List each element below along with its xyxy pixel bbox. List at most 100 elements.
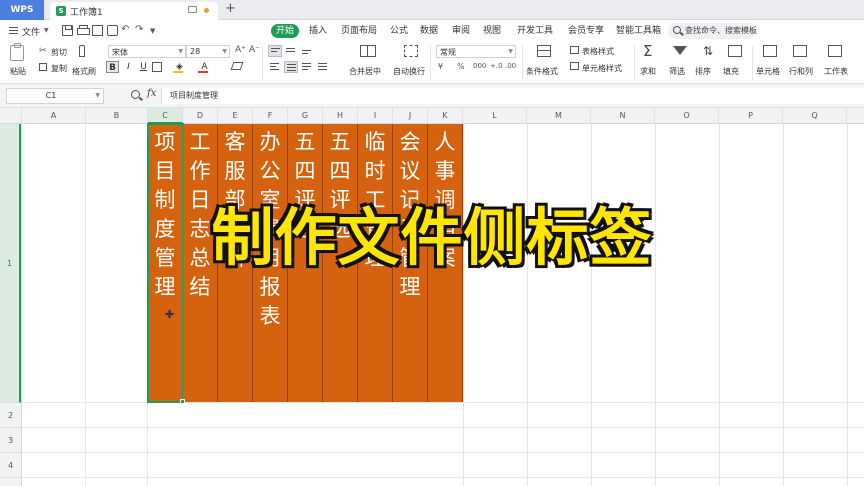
- copy-icon[interactable]: [39, 63, 47, 71]
- column-header-f[interactable]: F: [253, 108, 288, 124]
- tab-developer[interactable]: 开发工具: [517, 24, 553, 38]
- column-header-c[interactable]: C: [148, 108, 183, 124]
- cut-button[interactable]: 剪切: [51, 47, 67, 58]
- function-icon[interactable]: fx: [147, 88, 156, 99]
- command-search-input[interactable]: 查找命令、搜索模板: [668, 23, 757, 39]
- border-icon[interactable]: [152, 62, 162, 72]
- zoom-icon[interactable]: [131, 90, 140, 99]
- tab-member[interactable]: 会员专享: [568, 24, 604, 38]
- cell-style-button[interactable]: 单元格样式: [582, 63, 622, 74]
- align-center-icon[interactable]: [284, 61, 298, 73]
- row-header-3[interactable]: 3: [0, 428, 21, 453]
- align-middle-icon[interactable]: [284, 45, 298, 57]
- increase-font-icon[interactable]: A⁺: [235, 45, 246, 55]
- eraser-icon[interactable]: [230, 62, 244, 70]
- paste-icon[interactable]: [10, 43, 24, 61]
- document-tab[interactable]: S 工作簿1: [50, 2, 218, 20]
- column-header-n[interactable]: N: [591, 108, 655, 124]
- save-icon[interactable]: [62, 25, 73, 36]
- hamburger-menu-icon[interactable]: [9, 27, 18, 34]
- merge-cells-icon[interactable]: [360, 45, 376, 57]
- row-header-2[interactable]: 2: [0, 403, 21, 428]
- fill-color-icon[interactable]: ◈: [173, 61, 186, 73]
- chevron-down-icon[interactable]: ▼: [95, 92, 100, 99]
- format-painter-icon[interactable]: [79, 45, 85, 57]
- tab-data[interactable]: 数据: [420, 24, 438, 38]
- tab-smart-toolbox[interactable]: 智能工具箱: [616, 24, 661, 38]
- wps-home-tab[interactable]: WPS: [0, 0, 44, 20]
- worksheet-icon[interactable]: [828, 45, 842, 57]
- align-left-icon[interactable]: [268, 61, 282, 73]
- scissors-icon[interactable]: ✂: [39, 46, 47, 56]
- name-box[interactable]: C1 ▼: [6, 88, 104, 104]
- fill-button[interactable]: 填充: [723, 66, 739, 77]
- chevron-down-icon[interactable]: ▼: [44, 27, 49, 34]
- column-header-e[interactable]: E: [218, 108, 253, 124]
- currency-button[interactable]: ¥: [438, 62, 443, 71]
- copy-button[interactable]: 复制: [51, 63, 67, 74]
- font-size-select[interactable]: 28 ▼: [186, 45, 230, 58]
- column-header-k[interactable]: K: [428, 108, 463, 124]
- column-header-g[interactable]: G: [288, 108, 323, 124]
- cells-icon[interactable]: [763, 45, 777, 57]
- sort-button[interactable]: 排序: [695, 66, 711, 77]
- tab-home[interactable]: 开始: [271, 24, 300, 38]
- column-header-d[interactable]: D: [183, 108, 218, 124]
- tab-view[interactable]: 视图: [483, 24, 501, 38]
- conditional-format-button[interactable]: 条件格式: [526, 66, 558, 77]
- tab-insert[interactable]: 插入: [309, 24, 327, 38]
- select-all-corner[interactable]: [0, 108, 22, 124]
- align-top-icon[interactable]: [268, 45, 282, 57]
- decrease-font-icon[interactable]: A⁻: [249, 45, 260, 55]
- align-right-icon[interactable]: [300, 61, 314, 73]
- wrap-text-button[interactable]: 自动换行: [393, 66, 425, 77]
- bold-button[interactable]: B: [106, 61, 119, 73]
- percent-button[interactable]: %: [457, 62, 465, 71]
- monitor-icon[interactable]: [188, 6, 197, 13]
- table-style-icon[interactable]: [570, 46, 579, 54]
- cells-button[interactable]: 单元格: [756, 66, 780, 77]
- sort-icon[interactable]: ⇅: [703, 44, 713, 58]
- distribute-icon[interactable]: [316, 61, 330, 73]
- chevron-down-icon[interactable]: ▼: [150, 27, 155, 35]
- paste-button[interactable]: 粘贴: [10, 66, 26, 77]
- column-header-i[interactable]: I: [358, 108, 393, 124]
- decrease-decimal-button[interactable]: .00: [505, 62, 516, 70]
- column-header-h[interactable]: H: [323, 108, 358, 124]
- worksheet-button[interactable]: 工作表: [824, 66, 848, 77]
- increase-decimal-button[interactable]: +.0: [490, 62, 503, 70]
- filter-icon[interactable]: [673, 46, 687, 55]
- column-header-l[interactable]: L: [463, 108, 527, 124]
- rows-columns-button[interactable]: 行和列: [789, 66, 813, 77]
- print-icon[interactable]: [77, 25, 90, 36]
- underline-button[interactable]: U: [137, 61, 150, 73]
- file-menu[interactable]: 文件: [22, 25, 40, 38]
- new-tab-button[interactable]: +: [225, 1, 236, 16]
- wrap-text-icon[interactable]: [404, 45, 418, 57]
- filter-button[interactable]: 筛选: [669, 66, 685, 77]
- column-header-m[interactable]: M: [527, 108, 591, 124]
- font-name-select[interactable]: 宋体 ▼: [108, 45, 186, 58]
- column-header-q[interactable]: Q: [783, 108, 847, 124]
- tab-formulas[interactable]: 公式: [390, 24, 408, 38]
- table-style-button[interactable]: 表格样式: [582, 46, 614, 57]
- fill-handle[interactable]: [180, 399, 185, 404]
- rows-columns-icon[interactable]: [793, 45, 807, 57]
- cell-style-icon[interactable]: [570, 62, 579, 70]
- tab-review[interactable]: 审阅: [452, 24, 470, 38]
- conditional-format-icon[interactable]: [537, 45, 551, 57]
- sum-icon[interactable]: Σ: [643, 42, 652, 60]
- row-header-4[interactable]: 4: [0, 453, 21, 478]
- thousands-button[interactable]: 000: [473, 62, 486, 70]
- column-header-j[interactable]: J: [393, 108, 428, 124]
- font-color-icon[interactable]: A: [198, 61, 211, 73]
- column-header-b[interactable]: B: [86, 108, 148, 124]
- redo-icon[interactable]: ↷: [135, 24, 143, 35]
- tab-page-layout[interactable]: 页面布局: [341, 24, 377, 38]
- merge-center-button[interactable]: 合并居中: [349, 66, 381, 77]
- italic-button[interactable]: I: [122, 61, 135, 73]
- print-preview-icon[interactable]: [92, 25, 103, 36]
- sum-button[interactable]: 求和: [640, 66, 656, 77]
- undo-icon[interactable]: ↶: [121, 24, 129, 35]
- column-header-p[interactable]: P: [719, 108, 783, 124]
